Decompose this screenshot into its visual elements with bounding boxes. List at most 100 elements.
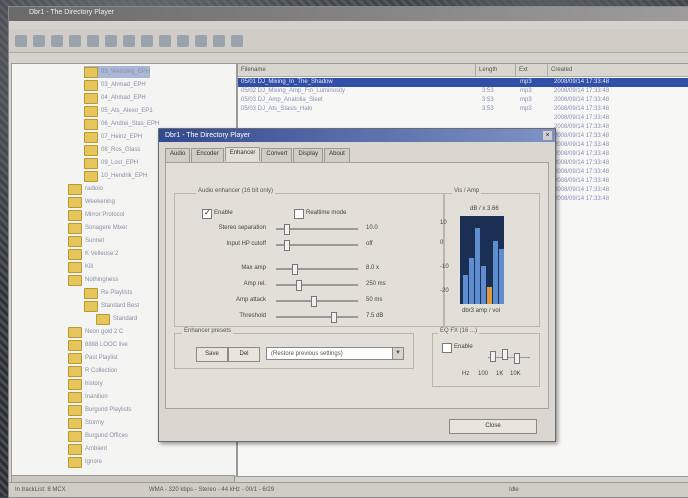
list-cell-name: 05/03 DJ_Ats_Stasis_Halo	[241, 106, 313, 112]
folder-icon	[68, 352, 82, 364]
tab-encoder[interactable]: Encoder	[191, 148, 224, 162]
folder-icon	[68, 339, 82, 351]
tab-display[interactable]: Display	[293, 148, 324, 162]
list-cell-name: 05/03 DJ_Amp_Anatolia_Sleet	[241, 97, 323, 103]
tree-item[interactable]: Ignore	[68, 456, 102, 468]
preset-delete-button[interactable]: Del	[228, 347, 260, 362]
slider-thumb[interactable]	[311, 296, 318, 307]
tree-item[interactable]: 06_Andrei_Stas_EPH	[84, 118, 159, 130]
tree-item[interactable]: R Collection	[68, 365, 117, 377]
slider-label: Max amp	[241, 265, 266, 271]
tree-item[interactable]: Kill	[68, 261, 93, 273]
eq-enable-checkbox[interactable]	[442, 343, 452, 353]
list-cell-created: 2008/09/14 17:33:48	[554, 97, 610, 103]
preset-save-button[interactable]: Save	[196, 347, 228, 362]
tree-item-label: Standard	[113, 316, 138, 322]
column-ext[interactable]: Ext	[516, 64, 548, 76]
slider-thumb[interactable]	[295, 280, 302, 291]
tree-item[interactable]: K Velleuse 2	[68, 248, 118, 260]
copy-icon[interactable]	[105, 34, 117, 47]
list-row[interactable]: 2008/09/14 17:33:48	[238, 114, 688, 123]
tree-item[interactable]: Burgund Playlists	[68, 404, 131, 416]
list-row[interactable]: 05/03 DJ_Ats_Stasis_Halo 3:53 mp3 2008/09/1…	[238, 105, 688, 114]
tree-item[interactable]: Neon gold 2 C	[68, 326, 123, 338]
tree-item[interactable]: Mirror Protocol	[68, 209, 124, 221]
tree-item[interactable]: Weekening	[68, 196, 115, 208]
tree-item-label: 04_Ahmad_EPH	[101, 95, 146, 101]
slider-thumb[interactable]	[283, 240, 290, 251]
slider-thumb[interactable]	[291, 264, 298, 275]
meter-bar	[463, 275, 468, 304]
play-icon[interactable]	[195, 34, 207, 47]
tree-item[interactable]: Ambient	[68, 443, 107, 455]
tree-item[interactable]: Standard Best	[84, 300, 139, 312]
tab-audio[interactable]: Audio	[165, 148, 191, 162]
settings-icon[interactable]	[231, 34, 243, 47]
column-length[interactable]: Length	[476, 64, 516, 76]
tree-item[interactable]: history	[68, 378, 103, 390]
slider-track[interactable]	[276, 316, 358, 318]
stop-icon[interactable]	[213, 34, 225, 47]
list-row[interactable]: 05/03 DJ_Amp_Anatolia_Sleet 3:53 mp3 2008/0…	[238, 96, 688, 105]
slider-value: off	[366, 241, 373, 247]
list-cell-name: 05/01 DJ_Mixing_In_The_Shadow	[241, 79, 333, 85]
enable-checkbox[interactable]: ✓	[202, 208, 212, 219]
tree-item[interactable]: Burgund Offices	[68, 430, 128, 442]
tree-item[interactable]: Re Playlists	[84, 287, 132, 299]
list-row[interactable]: 05/02 DJ_Mixing_Amp_Fin_Luminosity 3:53 mp…	[238, 87, 688, 96]
forward-icon[interactable]	[33, 34, 45, 47]
slider-thumb[interactable]	[330, 312, 337, 323]
eq-group-label: EQ FX (16 ...)	[438, 328, 480, 334]
tree-item[interactable]: Sunnet	[68, 235, 104, 247]
preset-dropdown[interactable]: (Restore previous settings) ▼	[266, 347, 404, 360]
up-icon[interactable]	[51, 34, 63, 47]
tree-item[interactable]: 10_Hendrik_EPH	[84, 170, 147, 182]
folder-icon[interactable]	[87, 34, 99, 47]
slider-track[interactable]	[276, 268, 358, 270]
chevron-down-icon[interactable]: ▼	[392, 348, 403, 359]
eq-slider-2[interactable]	[502, 349, 508, 360]
tree-item[interactable]: 05_Ats_Alexo_EP1	[84, 105, 153, 117]
view-icon[interactable]	[141, 34, 153, 47]
eq-slider-1[interactable]	[490, 351, 496, 362]
presets-group-label: Enhancer presets	[182, 328, 234, 334]
enable-label: Enable	[214, 210, 233, 216]
back-icon[interactable]	[15, 34, 27, 47]
tree-item[interactable]: radioio	[68, 183, 103, 195]
tree-item[interactable]: 08_Ros_Glass	[84, 144, 140, 156]
dialog-close-icon[interactable]: ×	[543, 131, 552, 140]
slider-track[interactable]	[276, 284, 358, 286]
close-button[interactable]: Close	[449, 419, 537, 434]
folder-icon	[68, 209, 82, 221]
tab-convert[interactable]: Convert	[261, 148, 293, 162]
tree-item[interactable]: Sonagere Mixer	[68, 222, 127, 234]
tree-item[interactable]: Past Playlist	[68, 352, 118, 364]
details-icon[interactable]	[177, 34, 189, 47]
list-row[interactable]: 05/01 DJ_Mixing_In_The_Shadow mp3 2008/09/…	[238, 78, 688, 87]
column-filename[interactable]: Filename	[238, 64, 476, 76]
tree-item[interactable]: Stormy	[68, 417, 104, 429]
tree-item[interactable]: 04_Ahmad_EPH	[84, 92, 146, 104]
realtime-checkbox[interactable]	[294, 209, 304, 219]
slider-label: Input HP cutoff	[226, 241, 266, 247]
tree-item-label: Burgund Playlists	[85, 407, 132, 413]
tree-item[interactable]: Nothingness	[68, 274, 118, 286]
list-cell-created: 2008/09/14 17:33:48	[554, 196, 610, 202]
tree-item[interactable]: 03_Weirding_EPH	[84, 66, 151, 78]
refresh-icon[interactable]	[69, 34, 81, 47]
folder-icon	[68, 326, 82, 338]
tree-item[interactable]: 03_Ahmad_EPH	[84, 79, 146, 91]
slider-thumb[interactable]	[283, 224, 290, 235]
tree-item[interactable]: 07_Heinz_EPH	[84, 131, 142, 143]
column-created[interactable]: Created	[548, 64, 688, 76]
tree-item[interactable]: 09_Lost_EPH	[84, 157, 138, 169]
eq-slider-3[interactable]	[514, 353, 520, 364]
list-cell-created: 2008/09/14 17:33:48	[554, 115, 610, 121]
tab-enhancer[interactable]: Enhancer	[224, 147, 261, 161]
tree-item[interactable]: 8888 LOOC live	[68, 339, 128, 351]
tree-item[interactable]: Standard	[96, 313, 137, 325]
list-icon[interactable]	[159, 34, 171, 47]
tab-about[interactable]: About	[324, 148, 350, 162]
tree-item[interactable]: Inanition	[68, 391, 108, 403]
paste-icon[interactable]	[123, 34, 135, 47]
